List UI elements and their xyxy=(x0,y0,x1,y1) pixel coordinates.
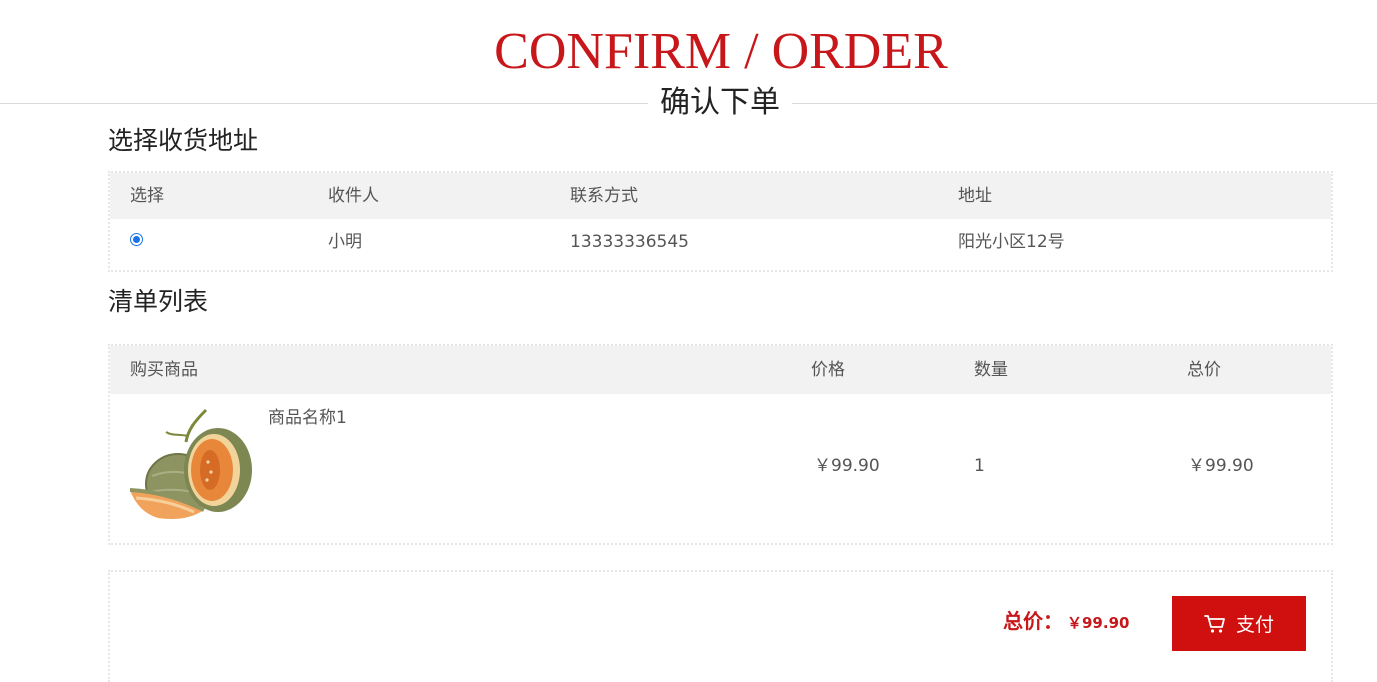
address-section-title: 选择收货地址 xyxy=(108,126,259,155)
page-header: CONFIRM / ORDER 确认下单 xyxy=(0,0,1377,124)
product-subtotal: ￥99.90 xyxy=(1188,456,1254,476)
recipient-name: 小明 xyxy=(328,232,362,252)
items-table-header: 购买商品 价格 数量 总价 xyxy=(110,346,1331,394)
col-product: 购买商品 xyxy=(130,360,198,380)
col-quantity: 数量 xyxy=(974,360,1008,380)
pay-button[interactable]: 支付 xyxy=(1172,596,1306,651)
pay-button-label: 支付 xyxy=(1235,614,1274,636)
order-summary: 总价： ￥99.90 支付 xyxy=(108,570,1333,682)
col-price: 价格 xyxy=(811,360,845,380)
item-row: 商品名称1 ￥99.90 1 ￥99.90 xyxy=(110,394,1331,543)
page-title-cn: 确认下单 xyxy=(648,84,792,122)
address-select-radio[interactable] xyxy=(130,233,143,246)
melon-image[interactable] xyxy=(128,406,256,524)
col-total: 总价 xyxy=(1187,360,1221,380)
address-table-header: 选择 收件人 联系方式 地址 xyxy=(110,173,1331,219)
product-quantity: 1 xyxy=(974,456,985,476)
total-value: ￥99.90 xyxy=(1067,614,1130,632)
items-table: 购买商品 价格 数量 总价 商品名称1 ￥99.90 1 ￥99.90 xyxy=(108,344,1333,545)
col-address: 地址 xyxy=(958,186,992,206)
col-phone: 联系方式 xyxy=(570,186,638,206)
address-table: 选择 收件人 联系方式 地址 小明 13333336545 阳光小区12号 xyxy=(108,171,1333,272)
recipient-address: 阳光小区12号 xyxy=(958,232,1065,252)
cart-icon xyxy=(1204,614,1225,633)
col-recipient: 收件人 xyxy=(328,186,379,206)
order-total: 总价： ￥99.90 xyxy=(1003,604,1129,640)
page-title-en: CONFIRM / ORDER xyxy=(494,23,948,80)
recipient-phone: 13333336545 xyxy=(570,232,689,252)
col-select: 选择 xyxy=(130,186,164,206)
total-label: 总价： xyxy=(1003,609,1063,633)
address-row[interactable]: 小明 13333336545 阳光小区12号 xyxy=(110,219,1331,269)
product-name[interactable]: 商品名称1 xyxy=(268,406,347,430)
items-section-title: 清单列表 xyxy=(108,287,209,316)
product-price: ￥99.90 xyxy=(814,456,880,476)
